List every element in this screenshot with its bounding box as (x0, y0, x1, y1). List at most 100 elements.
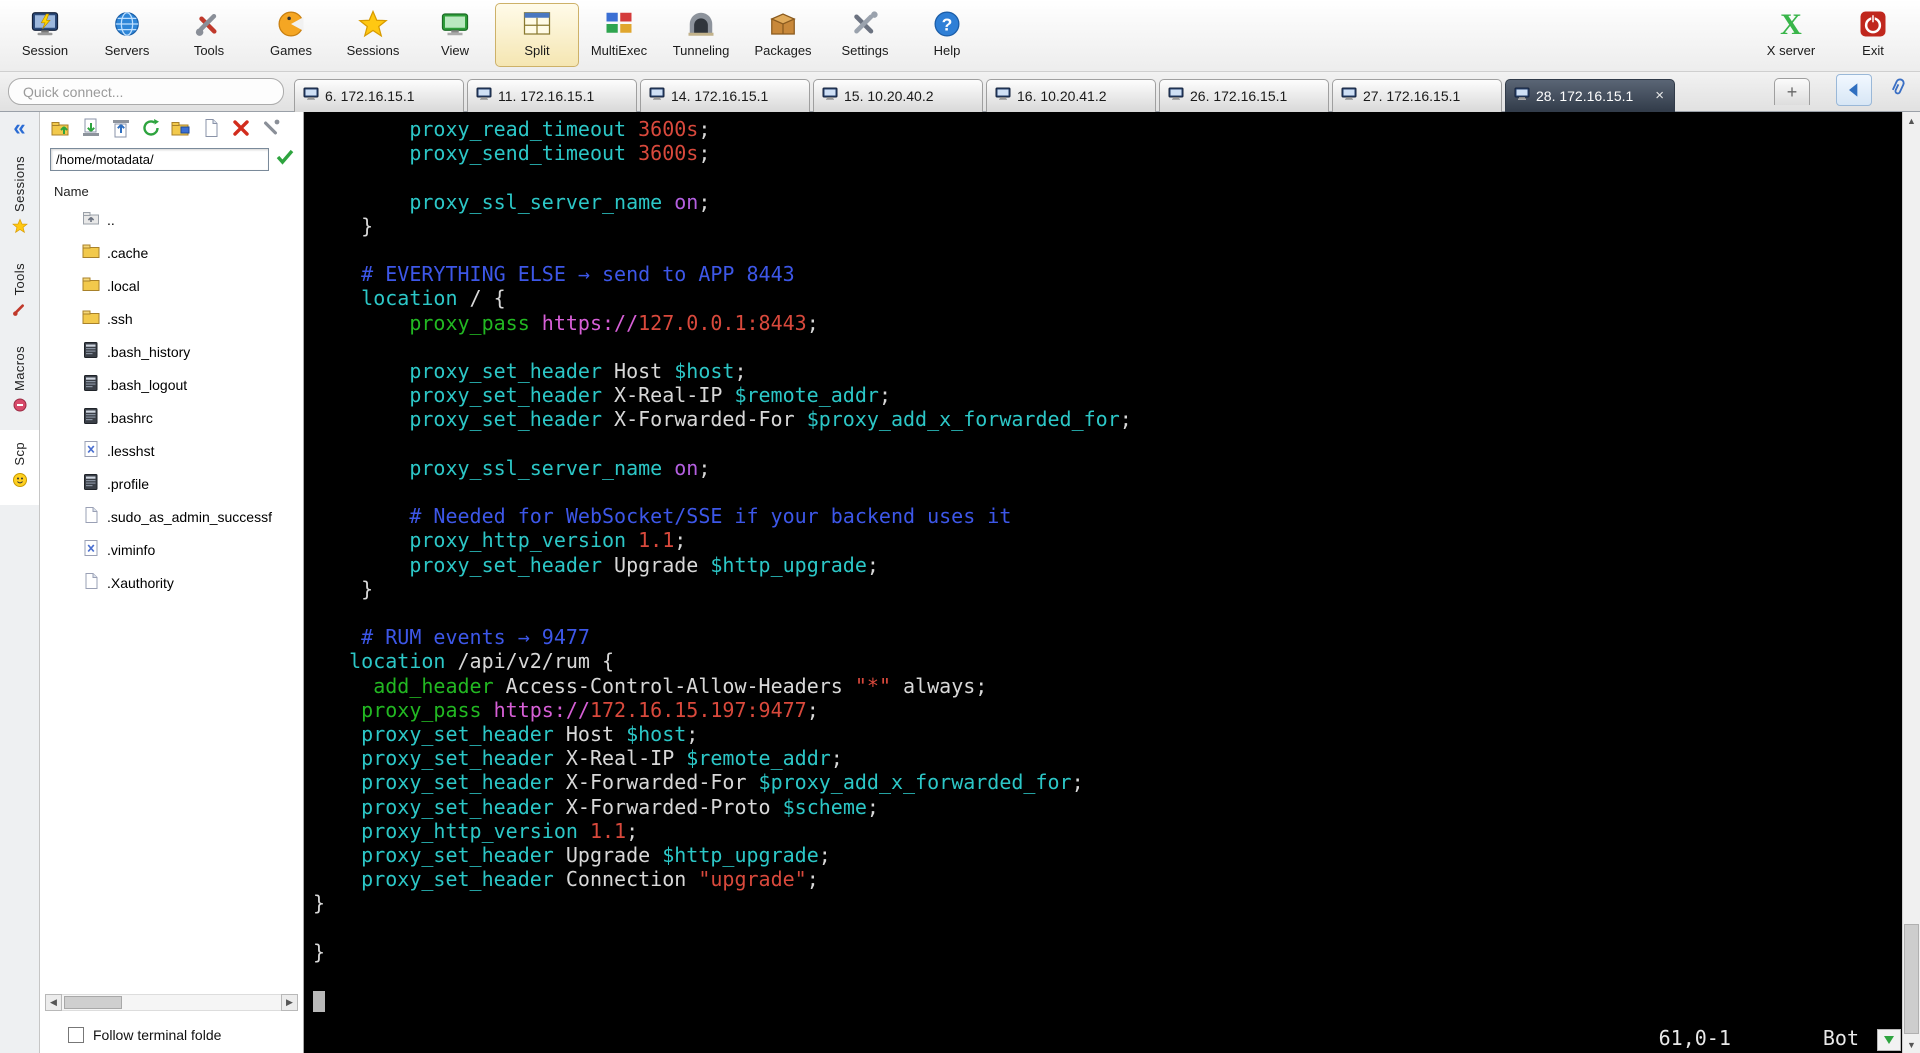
terminal-monitor-icon (649, 86, 665, 105)
sftp-path-input[interactable] (50, 148, 269, 171)
scroll-right-icon[interactable]: ▶ (281, 994, 298, 1011)
file-row[interactable]: .bashrc (40, 401, 303, 434)
sftp-parent-dir-button[interactable] (50, 119, 72, 141)
session-tab-3[interactable]: 14. 172.16.15.1 (640, 78, 810, 112)
macros-tab-icon (12, 397, 28, 418)
file-row[interactable]: .bash_history (40, 335, 303, 368)
tab-row: 6. 172.16.15.1 11. 172.16.15.1 14. 172.1… (0, 72, 1920, 112)
sessions-icon (356, 7, 390, 41)
chevron-down-icon (1884, 1036, 1894, 1044)
file-row[interactable]: .profile (40, 467, 303, 500)
terminal-scrollbar[interactable]: ▲ ▼ (1902, 112, 1920, 1053)
open-folder-icon (171, 118, 191, 143)
session-tab-2[interactable]: 11. 172.16.15.1 (467, 78, 637, 112)
sidebar-tab-sessions[interactable]: Sessions (0, 144, 39, 251)
sftp-panel: Name .. .cache .local .ssh .bash_history… (40, 112, 304, 1053)
sftp-download-button[interactable] (80, 118, 102, 141)
terminal-line: proxy_read_timeout 3600s; (409, 117, 711, 141)
session-tab-4[interactable]: 15. 10.20.40.2 (813, 78, 983, 112)
sidebar-tab-macros[interactable]: Macros (0, 334, 39, 430)
toolbar-multiexec-button[interactable]: MultiExec (578, 4, 660, 66)
svg-text:?: ? (942, 14, 953, 34)
file-row[interactable]: .sudo_as_admin_successf (40, 500, 303, 533)
toolbar-settings-button[interactable]: Settings (824, 4, 906, 66)
games-icon (274, 7, 308, 41)
toolbar-exit-button[interactable]: Exit (1832, 4, 1914, 66)
column-header-name[interactable]: Name (40, 176, 303, 203)
delete-icon (231, 118, 251, 143)
terminal-line: proxy_http_version 1.1; (361, 818, 639, 843)
scroll-left-icon[interactable]: ◀ (45, 994, 62, 1011)
folder-icon (82, 275, 100, 296)
toolbar-tunneling-button[interactable]: Tunneling (660, 4, 742, 66)
session-tab-5[interactable]: 16. 10.20.41.2 (986, 78, 1156, 112)
file-row[interactable]: .. (40, 203, 303, 236)
terminal-line: proxy_set_header Connection "upgrade"; (361, 867, 819, 892)
scrollbar-track[interactable] (62, 994, 281, 1011)
toolbar-packages-button[interactable]: Packages (742, 4, 824, 66)
toolbar-sessions-button[interactable]: Sessions (332, 4, 414, 66)
cursor-position: 61,0-1 (1658, 1026, 1731, 1050)
session-tab-7[interactable]: 27. 172.16.15.1 (1332, 78, 1502, 112)
scroll-up-icon[interactable]: ▲ (1903, 112, 1920, 129)
terminal-line: } (313, 213, 374, 238)
quick-connect-input[interactable] (8, 78, 284, 105)
file-row[interactable]: .bash_logout (40, 368, 303, 401)
toolbar-games-button[interactable]: Games (250, 4, 332, 66)
file-row[interactable]: .local (40, 269, 303, 302)
sessions-tab-icon (11, 218, 28, 239)
toolbar-servers-button[interactable]: Servers (86, 4, 168, 66)
file-row[interactable]: .Xauthority (40, 566, 303, 599)
file-row[interactable]: .ssh (40, 302, 303, 335)
help-icon: ? (930, 7, 964, 41)
terminal-line: # RUM events → 9477 (361, 625, 590, 650)
terminal-cursor (313, 991, 325, 1013)
folder-icon (82, 308, 100, 329)
file-row[interactable]: .lesshst (40, 434, 303, 467)
sftp-file-list: .. .cache .local .ssh .bash_history .bas… (40, 203, 303, 994)
session-tab-8[interactable]: 28. 172.16.15.1 × (1505, 78, 1675, 112)
sftp-delete-button[interactable] (230, 119, 252, 141)
go-to-path-button[interactable] (275, 147, 295, 172)
sidebar-tab-scp[interactable]: Scp (0, 430, 39, 505)
sftp-upload-button[interactable] (110, 119, 132, 141)
attach-icon[interactable] (1881, 73, 1912, 107)
upload-icon (111, 118, 131, 143)
scroll-down-icon[interactable]: ▼ (1903, 1036, 1920, 1053)
toolbar-session-button[interactable]: Session (4, 4, 86, 66)
sidebar-tab-tools[interactable]: Tools (0, 251, 39, 334)
toolbar-view-button[interactable]: View (414, 4, 496, 66)
close-tab-icon[interactable]: × (1653, 87, 1666, 104)
terminal-scrollbar-track[interactable] (1903, 129, 1920, 1036)
toolbar-help-button[interactable]: ? Help (906, 4, 988, 66)
file-row[interactable]: .cache (40, 236, 303, 269)
session-tab-1[interactable]: 6. 172.16.15.1 (294, 78, 464, 112)
terminal-line: } (313, 576, 374, 601)
sftp-open-folder-button[interactable] (170, 119, 192, 141)
sftp-new-file-button[interactable] (200, 118, 222, 143)
toolbar-left-group: Session Servers Tools Games Sessions Vie… (4, 3, 988, 67)
toolbar-split-button[interactable]: Split (495, 3, 579, 67)
tab-scroll-back-button[interactable] (1836, 73, 1872, 106)
file-row[interactable]: .viminfo (40, 533, 303, 566)
script-icon (82, 341, 100, 362)
session-icon (28, 7, 62, 41)
new-file-icon (201, 118, 221, 143)
scrollbar-thumb[interactable] (64, 996, 122, 1009)
session-tab-6[interactable]: 26. 172.16.15.1 (1159, 78, 1329, 112)
collapse-sidebar-button[interactable]: « (13, 116, 25, 144)
follow-terminal-folder-checkbox[interactable] (68, 1027, 84, 1043)
toolbar-tools-button[interactable]: Tools (168, 4, 250, 66)
sftp-settings-button[interactable] (260, 119, 282, 141)
sidebar-tabs: Sessions Tools Macros Scp (0, 144, 39, 505)
terminal-line: proxy_set_header X-Forwarded-For $proxy_… (409, 407, 1132, 432)
sftp-refresh-button[interactable] (140, 118, 162, 141)
toolbar-xserver-button[interactable]: X X server (1750, 4, 1832, 66)
main-toolbar: Session Servers Tools Games Sessions Vie… (0, 0, 1920, 72)
terminal[interactable]: proxy_read_timeout 3600s; proxy_send_tim… (304, 112, 1920, 1053)
sftp-horizontal-scrollbar[interactable]: ◀ ▶ (45, 994, 298, 1011)
scroll-to-bottom-button[interactable] (1877, 1029, 1901, 1051)
terminal-scrollbar-thumb[interactable] (1904, 924, 1919, 1034)
new-tab-button[interactable]: + (1774, 78, 1810, 105)
